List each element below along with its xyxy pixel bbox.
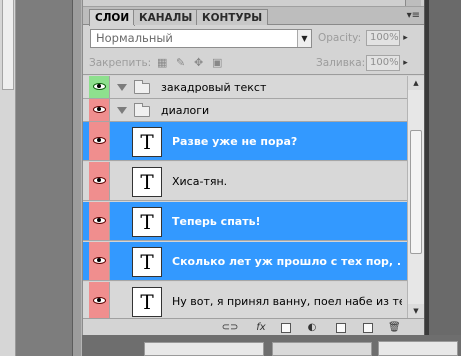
lock-transparency-icon[interactable]: ▦ [157,57,168,68]
tab-channels[interactable]: КАНАЛЫ [133,9,199,25]
text-layer[interactable]: T Хиса-тян. [83,162,407,201]
document-area-right [425,0,461,356]
fill-arrow-icon[interactable]: ▸ [401,55,410,71]
layer-group-offscreen-text[interactable]: закадровый текст [83,76,407,99]
new-layer-icon[interactable] [363,323,373,333]
fx-icon[interactable]: fx [253,321,269,334]
visibility-toggle[interactable] [89,76,110,98]
text-layer-thumbnail-icon: T [132,207,162,237]
blend-row: Нормальный ▼ Opacity: 100% ▸ [83,26,424,50]
scroll-up-icon[interactable]: ▲ [408,76,424,90]
chevron-down-icon[interactable]: ▼ [297,30,311,47]
lock-move-icon[interactable]: ✥ [194,57,205,68]
layers-list: закадровый текст диалоги T Разве уже не … [83,76,407,318]
opacity-field[interactable]: 100% [366,30,400,46]
document-area-left [0,0,82,356]
taskbar-item[interactable] [272,342,372,356]
layers-panel: СЛОИ КАНАЛЫ КОНТУРЫ ▾≡ Нормальный ▼ Opac… [82,0,425,335]
taskbar-item[interactable] [144,342,264,356]
opacity-arrow-icon[interactable]: ▸ [401,30,410,46]
visibility-toggle[interactable] [89,122,110,160]
tab-paths[interactable]: КОНТУРЫ [196,9,269,25]
text-layer[interactable]: T Ну вот, я принял ванну, поел набе из т… [83,282,407,318]
bottom-bar [82,335,461,356]
layer-name: Сколько лет уж прошло с тех пор, ... [172,255,402,268]
trash-icon[interactable]: 🗑 [388,321,401,334]
fill-field[interactable]: 100% [366,55,400,71]
panel-title-bar[interactable] [83,0,424,7]
blend-mode-value: Нормальный [96,31,173,45]
document-canvas-strip [16,0,72,356]
text-layer[interactable]: T Разве уже не пора? [83,122,407,161]
visibility-toggle[interactable] [89,242,110,280]
panel-collapse-button[interactable] [405,0,421,6]
add-mask-icon[interactable] [281,323,291,333]
text-layer-thumbnail-icon: T [132,287,162,317]
eye-icon [93,106,106,113]
panel-tabs: СЛОИ КАНАЛЫ КОНТУРЫ ▾≡ [83,7,424,26]
layer-name: Ну вот, я принял ванну, поел набе из те.… [172,295,402,308]
text-layer[interactable]: T Теперь спать! [83,202,407,241]
adjustment-layer-icon[interactable]: ◐ [305,321,319,334]
document-scrollbar[interactable] [0,0,16,356]
visibility-toggle[interactable] [89,202,110,240]
lock-row: Закрепить: ▦ ✎ ✥ ▣ Заливка: 100% ▸ [83,51,424,75]
new-group-icon[interactable] [336,323,346,333]
link-layers-icon[interactable]: ⊂⊃ [221,321,239,334]
eye-icon [93,217,106,224]
text-layer[interactable]: T Сколько лет уж прошло с тех пор, ... [83,242,407,281]
expand-triangle-icon[interactable] [117,84,127,91]
scroll-down-icon[interactable]: ▼ [408,304,424,318]
tab-layers[interactable]: СЛОИ [89,9,136,26]
layer-name: закадровый текст [161,81,267,94]
lock-label: Закрепить: [89,57,152,69]
panel-shadow [425,0,429,356]
layers-scrollbar[interactable]: ▲ ▼ [407,76,424,318]
layers-footer-toolbar: ⊂⊃ fx ◐ 🗑 [83,318,424,335]
blend-mode-select[interactable]: Нормальный ▼ [90,29,312,48]
layer-name: Теперь спать! [172,215,261,228]
layer-name: Разве уже не пора? [172,135,298,148]
panel-dock-edge[interactable] [72,0,82,356]
eye-icon [93,177,106,184]
text-layer-thumbnail-icon: T [132,247,162,277]
layers-scroll-thumb[interactable] [410,130,422,254]
lock-paint-icon[interactable]: ✎ [176,57,187,68]
visibility-toggle[interactable] [89,162,110,200]
layer-name: Хиса-тян. [172,175,228,188]
eye-icon [93,257,106,264]
taskbar-item[interactable] [378,341,458,356]
panel-menu-icon[interactable]: ▾≡ [407,10,420,21]
visibility-toggle[interactable] [89,99,110,121]
eye-icon [93,297,106,304]
eye-icon [93,137,106,144]
layer-name: диалоги [161,104,210,117]
visibility-toggle[interactable] [89,282,110,318]
lock-all-icon[interactable]: ▣ [212,57,223,68]
expand-triangle-icon[interactable] [117,107,127,114]
opacity-label: Opacity: [318,32,362,44]
eye-icon [93,83,106,90]
text-layer-thumbnail-icon: T [132,127,162,157]
document-scroll-thumb[interactable] [2,0,14,90]
folder-icon [134,103,150,117]
folder-icon [134,80,150,94]
layer-group-dialogs[interactable]: диалоги [83,99,407,122]
text-layer-thumbnail-icon: T [132,167,162,197]
fill-label: Заливка: [316,57,366,69]
